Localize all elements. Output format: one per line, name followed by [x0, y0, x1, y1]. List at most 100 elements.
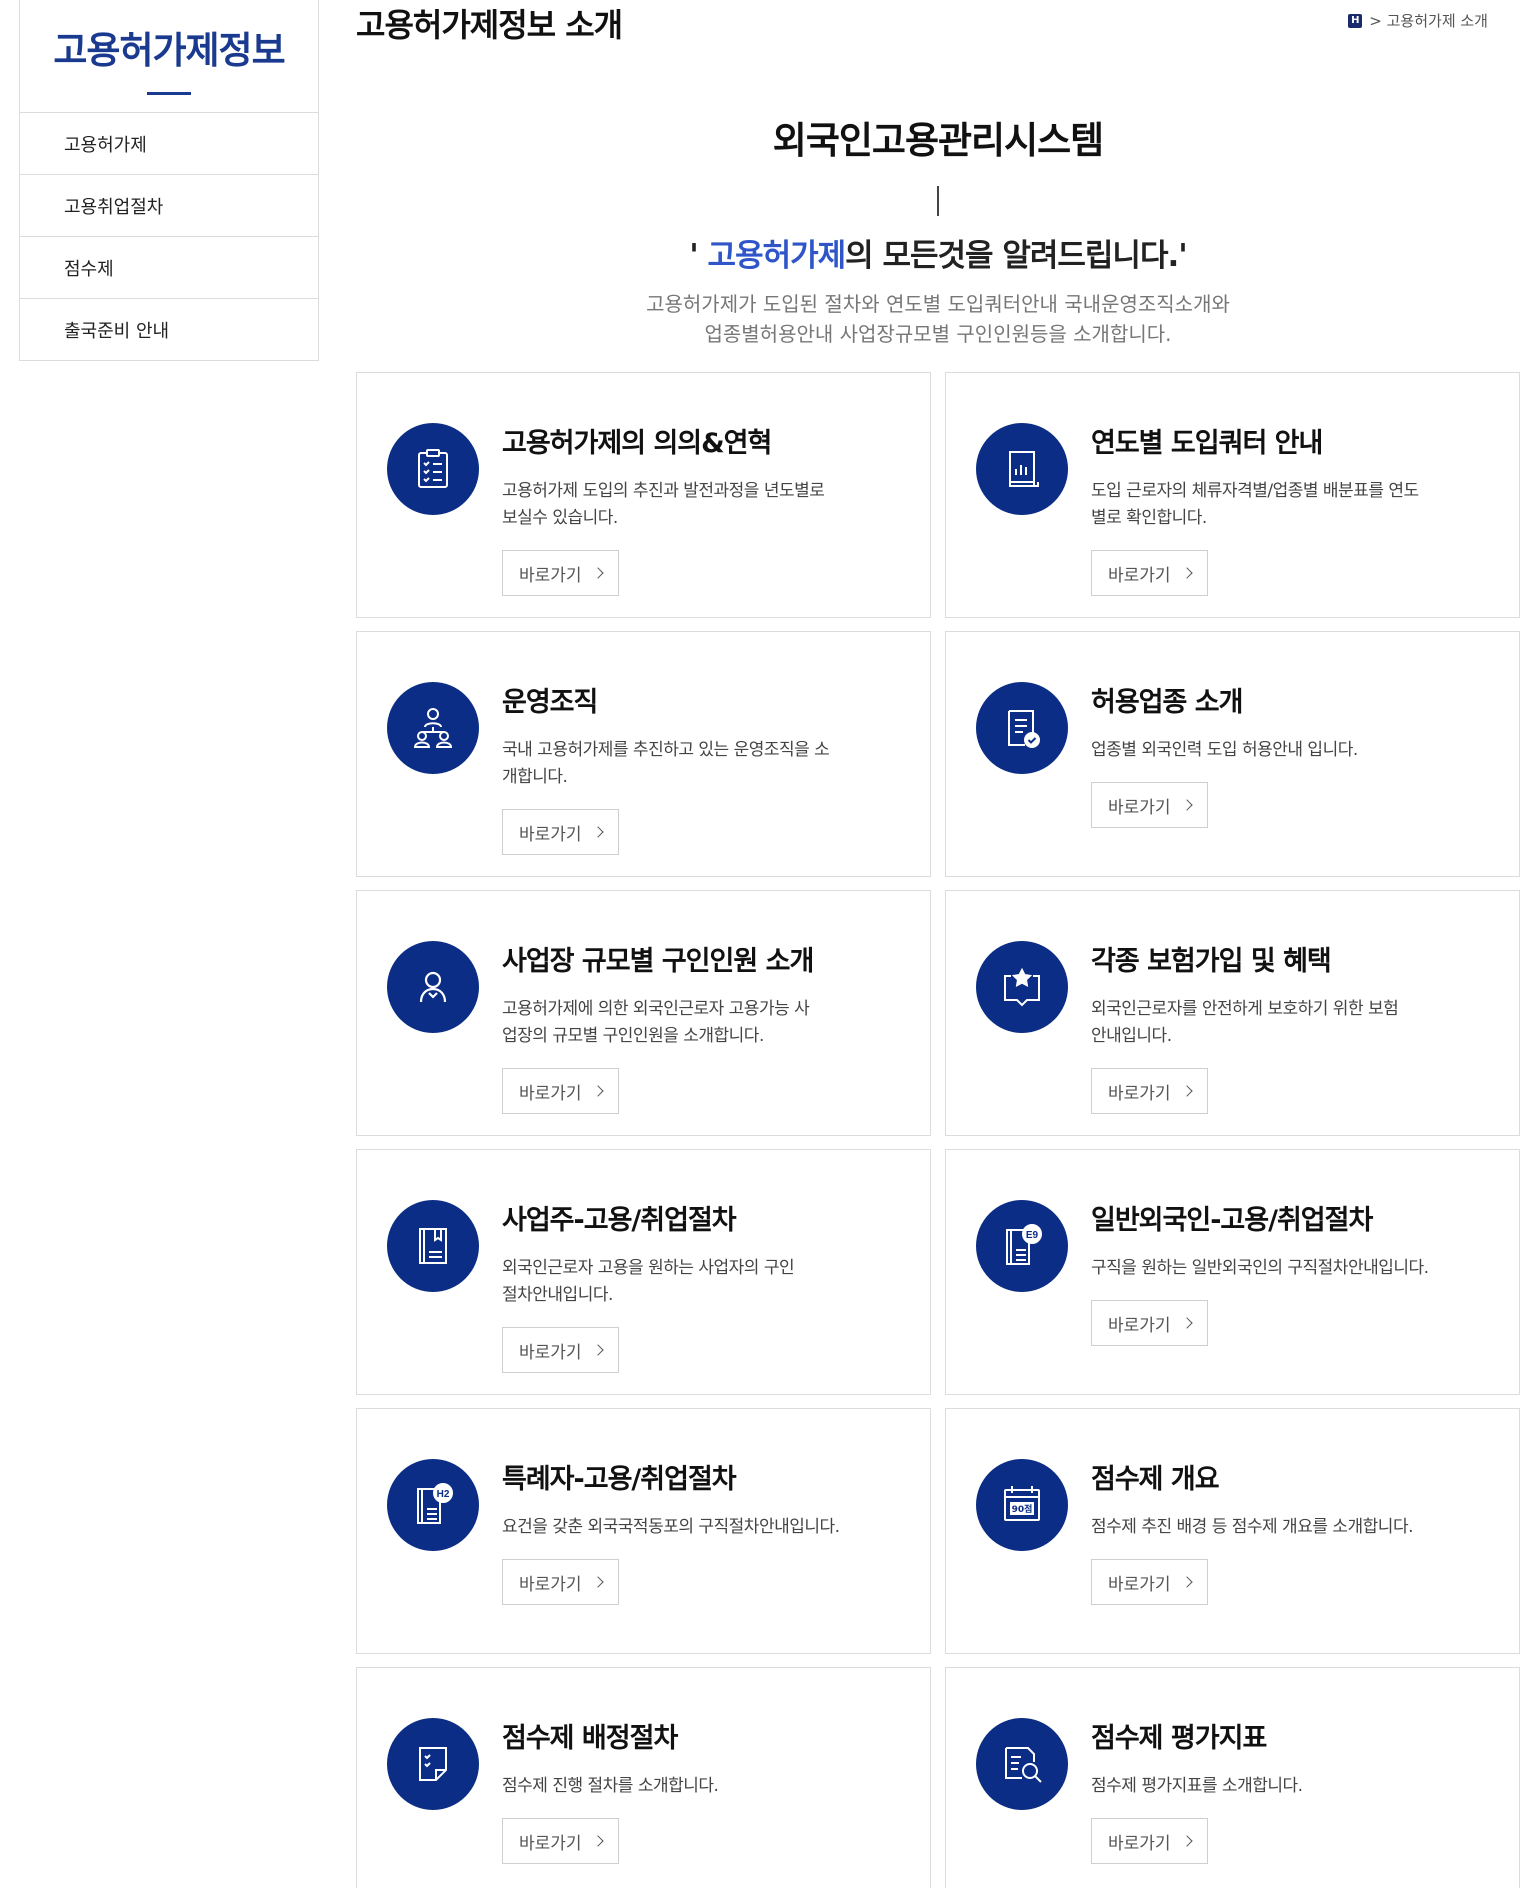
chevron-right-icon	[591, 567, 604, 579]
card-point-overview: 90점 점수제 개요 점수제 추진 배경 등 점수제 개요를 소개합니다. 바로…	[945, 1408, 1520, 1654]
intro-description: 고용허가제가 도입된 절차와 연도별 도입쿼터안내 국내운영조직소개와 업종별허…	[356, 289, 1520, 349]
chevron-right-icon	[1180, 1835, 1193, 1847]
card-title: 특례자-고용/취업절차	[502, 1464, 737, 1495]
intro-desc-line: 업종별허용안내 사업장규모별 구인인원등을 소개합니다.	[704, 322, 1172, 346]
magnifier-document-icon	[976, 1718, 1068, 1810]
star-message-icon	[976, 941, 1068, 1033]
chevron-right-icon	[591, 1576, 604, 1588]
go-button-label: 바로가기	[519, 1342, 582, 1363]
card-title: 허용업종 소개	[1091, 687, 1243, 718]
h2-book-icon: H2	[387, 1459, 479, 1551]
go-button[interactable]: 바로가기	[1091, 1559, 1208, 1605]
go-button-label: 바로가기	[519, 565, 582, 586]
intro-divider	[937, 186, 939, 216]
sidebar-header: 고용허가제정보	[19, 0, 319, 113]
e9-book-icon: E9	[976, 1200, 1068, 1292]
sidebar-item-employment-permit[interactable]: 고용허가제	[20, 113, 318, 175]
breadcrumb: H > 고용허가제 소개	[1348, 10, 1488, 31]
card-insurance: 각종 보험가입 및 혜택 외국인근로자를 안전하게 보호하기 위한 보험안내입니…	[945, 890, 1520, 1136]
sidebar-title-underline	[147, 92, 191, 95]
card-description: 고용허가제 도입의 추진과 발전과정을 년도별로 보실수 있습니다.	[502, 481, 825, 528]
person-icon	[387, 941, 479, 1033]
card-title: 점수제 배정절차	[502, 1723, 678, 1754]
sidebar: 고용허가제정보 고용허가제 고용취업절차 점수제 출국준비 안내	[19, 0, 319, 361]
chevron-right-icon	[591, 1835, 604, 1847]
go-button[interactable]: 바로가기	[502, 1818, 619, 1864]
intro-desc-line: 고용허가제가 도입된 절차와 연도별 도입쿼터안내 국내운영조직소개와	[646, 292, 1230, 316]
sidebar-item-departure-guide[interactable]: 출국준비 안내	[20, 299, 318, 361]
slogan-open: '	[689, 238, 708, 274]
card-title: 고용허가제의 의의&연혁	[502, 428, 772, 459]
go-button-label: 바로가기	[1108, 1574, 1171, 1595]
intro-title: 외국인고용관리시스템	[772, 119, 1104, 162]
card-description: 외국인근로자를 안전하게 보호하기 위한 보험안내입니다.	[1091, 999, 1399, 1046]
sidebar-menu: 고용허가제 고용취업절차 점수제 출국준비 안내	[19, 113, 319, 361]
card-description: 요건을 갖춘 외국국적동포의 구직절차안내입니다.	[502, 1517, 840, 1537]
card-description: 점수제 추진 배경 등 점수제 개요를 소개합니다.	[1091, 1517, 1414, 1537]
page-title: 고용허가제정보 소개	[356, 6, 623, 44]
chevron-right-icon	[1180, 1576, 1193, 1588]
go-button[interactable]: 바로가기	[1091, 550, 1208, 596]
go-button-label: 바로가기	[1108, 1833, 1171, 1854]
sidebar-item-point-system[interactable]: 점수제	[20, 237, 318, 299]
go-button[interactable]: 바로가기	[502, 1327, 619, 1373]
card-title: 각종 보험가입 및 혜택	[1091, 946, 1332, 977]
go-button-label: 바로가기	[1108, 1083, 1171, 1104]
card-general-foreigner-procedure: E9 일반외국인-고용/취업절차 구직을 원하는 일반외국인의 구직절차안내입니…	[945, 1149, 1520, 1395]
bar-chart-document-icon	[976, 423, 1068, 515]
card-description: 점수제 평가지표를 소개합니다.	[1091, 1776, 1303, 1796]
go-button[interactable]: 바로가기	[1091, 782, 1208, 828]
breadcrumb-current: > 고용허가제 소개	[1369, 12, 1488, 30]
go-button-label: 바로가기	[519, 1574, 582, 1595]
card-description: 구직을 원하는 일반외국인의 구직절차안내입니다.	[1091, 1258, 1429, 1278]
card-description: 국내 고용허가제를 추진하고 있는 운영조직을 소개합니다.	[502, 740, 830, 787]
organization-icon	[387, 682, 479, 774]
sidebar-item-employment-procedure[interactable]: 고용취업절차	[20, 175, 318, 237]
score-calendar-icon: 90점	[976, 1459, 1068, 1551]
card-title: 사업장 규모별 구인인원 소개	[502, 946, 814, 977]
card-description: 고용허가제에 의한 외국인근로자 고용가능 사업장의 규모별 구인인원을 소개합…	[502, 999, 810, 1046]
chevron-right-icon	[1180, 567, 1193, 579]
card-description: 점수제 진행 절차를 소개합니다.	[502, 1776, 719, 1796]
sidebar-title: 고용허가제정보	[53, 29, 285, 72]
go-button-label: 바로가기	[1108, 797, 1171, 818]
go-button[interactable]: 바로가기	[502, 1068, 619, 1114]
slogan-rest: 의 모든것을 알려드립니다.'	[845, 238, 1188, 274]
home-icon[interactable]: H	[1348, 13, 1363, 28]
go-button[interactable]: 바로가기	[502, 550, 619, 596]
card-history: 고용허가제의 의의&연혁 고용허가제 도입의 추진과 발전과정을 년도별로 보실…	[356, 372, 931, 618]
card-quota: 연도별 도입쿼터 안내 도입 근로자의 체류자격별/업종별 배분표를 연도별로 …	[945, 372, 1520, 618]
slogan-highlight: 고용허가제	[707, 238, 847, 274]
card-description: 업종별 외국인력 도입 허용안내 입니다.	[1091, 740, 1358, 760]
go-button[interactable]: 바로가기	[1091, 1068, 1208, 1114]
chevron-right-icon	[1180, 1317, 1193, 1329]
card-title: 점수제 평가지표	[1091, 1723, 1267, 1754]
bookmark-book-icon	[387, 1200, 479, 1292]
chevron-right-icon	[1180, 1085, 1193, 1097]
score-badge: 90점	[1012, 1503, 1033, 1515]
go-button[interactable]: 바로가기	[1091, 1300, 1208, 1346]
chevron-right-icon	[1180, 799, 1193, 811]
intro-section: 외국인고용관리시스템 ' 고용허가제의 모든것을 알려드립니다.' 고용허가제가…	[356, 110, 1520, 349]
approved-document-icon	[976, 682, 1068, 774]
e9-badge: E9	[1026, 1230, 1039, 1241]
chevron-right-icon	[591, 826, 604, 838]
go-button[interactable]: 바로가기	[502, 809, 619, 855]
go-button-label: 바로가기	[519, 824, 582, 845]
card-point-allocation: 점수제 배정절차 점수제 진행 절차를 소개합니다. 바로가기	[356, 1667, 931, 1888]
card-allowed-industries: 허용업종 소개 업종별 외국인력 도입 허용안내 입니다. 바로가기	[945, 631, 1520, 877]
go-button-label: 바로가기	[1108, 565, 1171, 586]
card-title: 사업주-고용/취업절차	[502, 1205, 737, 1236]
card-description: 도입 근로자의 체류자격별/업종별 배분표를 연도별로 확인합니다.	[1091, 481, 1419, 528]
go-button[interactable]: 바로가기	[1091, 1818, 1208, 1864]
card-grid: 고용허가제의 의의&연혁 고용허가제 도입의 추진과 발전과정을 년도별로 보실…	[356, 372, 1520, 1888]
card-description: 외국인근로자 고용을 원하는 사업자의 구인절차안내입니다.	[502, 1258, 795, 1305]
chevron-right-icon	[591, 1344, 604, 1356]
card-workplace-size: 사업장 규모별 구인인원 소개 고용허가제에 의한 외국인근로자 고용가능 사업…	[356, 890, 931, 1136]
card-organization: 운영조직 국내 고용허가제를 추진하고 있는 운영조직을 소개합니다. 바로가기	[356, 631, 931, 877]
go-button-label: 바로가기	[519, 1083, 582, 1104]
card-title: 일반외국인-고용/취업절차	[1091, 1205, 1373, 1236]
card-title: 운영조직	[502, 687, 598, 718]
card-employer-procedure: 사업주-고용/취업절차 외국인근로자 고용을 원하는 사업자의 구인절차안내입니…	[356, 1149, 931, 1395]
go-button[interactable]: 바로가기	[502, 1559, 619, 1605]
